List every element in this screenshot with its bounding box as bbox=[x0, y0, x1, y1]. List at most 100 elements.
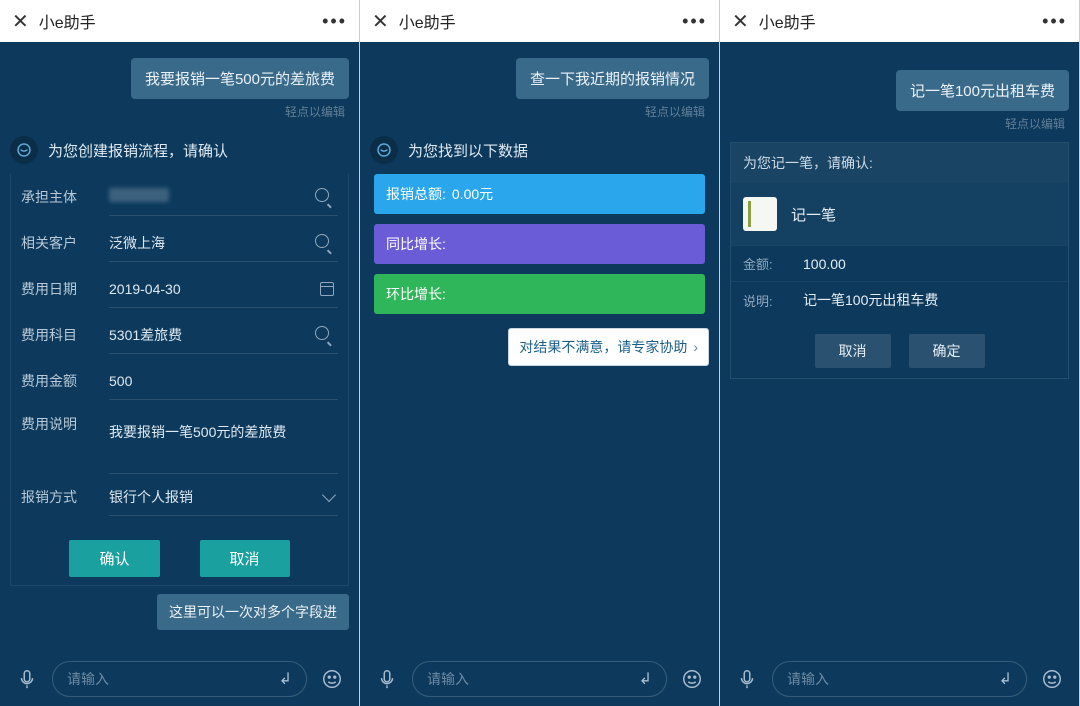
more-icon[interactable]: ••• bbox=[322, 11, 347, 32]
input-placeholder: 请输入 bbox=[67, 669, 109, 689]
agent-icon[interactable] bbox=[677, 664, 707, 694]
bot-avatar-icon bbox=[370, 136, 398, 164]
field-value: 记一笔100元出租车费 bbox=[803, 290, 938, 310]
stat-mom[interactable]: 环比增长: bbox=[374, 274, 705, 314]
chat-body: 查一下我近期的报销情况 轻点以编辑 为您找到以下数据 报销总额: 0.00元 同… bbox=[360, 42, 719, 652]
field-value[interactable]: 我要报销一笔500元的差旅费 bbox=[109, 414, 338, 474]
field-label: 费用金额 bbox=[21, 371, 109, 391]
field-method: 报销方式 银行个人报销 bbox=[11, 474, 348, 520]
field-label: 金额: bbox=[743, 254, 803, 273]
stat-label: 报销总额: bbox=[386, 184, 446, 204]
expert-help-label: 对结果不满意，请专家协助 bbox=[519, 337, 687, 357]
field-value[interactable] bbox=[109, 178, 338, 216]
input-footer: 请输入 ↲ bbox=[360, 652, 719, 706]
edit-hint[interactable]: 轻点以编辑 bbox=[645, 103, 705, 120]
more-icon[interactable]: ••• bbox=[1042, 11, 1067, 32]
mic-icon[interactable] bbox=[732, 664, 762, 694]
edit-hint[interactable]: 轻点以编辑 bbox=[285, 103, 345, 120]
bot-message-row: 为您找到以下数据 bbox=[370, 136, 709, 164]
field-label: 承担主体 bbox=[21, 187, 109, 207]
stat-yoy[interactable]: 同比增长: bbox=[374, 224, 705, 264]
chevron-right-icon: › bbox=[693, 339, 698, 355]
form-actions: 确认 取消 bbox=[11, 540, 348, 577]
field-date: 费用日期 2019-04-30 bbox=[11, 266, 348, 312]
stats-card: 报销总额: 0.00元 同比增长: 环比增长: bbox=[370, 174, 709, 324]
field-amount[interactable]: 金额: 100.00 bbox=[731, 245, 1068, 281]
multi-edit-hint[interactable]: 这里可以一次对多个字段进 bbox=[157, 594, 349, 630]
mic-icon[interactable] bbox=[12, 664, 42, 694]
app-title: 小e助手 bbox=[759, 9, 1042, 33]
more-icon[interactable]: ••• bbox=[682, 11, 707, 32]
message-input[interactable]: 请输入 ↲ bbox=[772, 661, 1027, 697]
panel-note-entry: ✕ 小e助手 ••• 记一笔100元出租车费 轻点以编辑 为您记一笔，请确认: … bbox=[720, 0, 1080, 706]
cancel-button[interactable]: 取消 bbox=[200, 540, 290, 577]
chat-body: 我要报销一笔500元的差旅费 轻点以编辑 为您创建报销流程，请确认 承担主体 相… bbox=[0, 42, 359, 652]
field-value[interactable]: 泛微上海 bbox=[109, 224, 338, 262]
edit-hint[interactable]: 轻点以编辑 bbox=[1005, 115, 1065, 132]
user-message[interactable]: 记一笔100元出租车费 bbox=[896, 70, 1069, 111]
notebook-icon bbox=[743, 197, 777, 231]
field-desc[interactable]: 说明: 记一笔100元出租车费 bbox=[731, 281, 1068, 318]
field-value: 100.00 bbox=[803, 256, 846, 272]
panel-expense-form: ✕ 小e助手 ••• 我要报销一笔500元的差旅费 轻点以编辑 为您创建报销流程… bbox=[0, 0, 360, 706]
field-amount: 费用金额 500 bbox=[11, 358, 348, 404]
cancel-button[interactable]: 取消 bbox=[815, 334, 891, 368]
chevron-down-icon[interactable] bbox=[322, 487, 336, 501]
header: ✕ 小e助手 ••• bbox=[0, 0, 359, 42]
confirm-button[interactable]: 确定 bbox=[909, 334, 985, 368]
input-placeholder: 请输入 bbox=[427, 669, 469, 689]
panel-query-stats: ✕ 小e助手 ••• 查一下我近期的报销情况 轻点以编辑 为您找到以下数据 报销… bbox=[360, 0, 720, 706]
input-placeholder: 请输入 bbox=[787, 669, 829, 689]
send-icon[interactable]: ↲ bbox=[639, 669, 652, 689]
bot-message-text: 为您找到以下数据 bbox=[408, 140, 528, 161]
bot-avatar-icon bbox=[10, 136, 38, 164]
agent-icon[interactable] bbox=[1037, 664, 1067, 694]
field-value[interactable]: 2019-04-30 bbox=[109, 270, 338, 308]
field-subject: 承担主体 bbox=[11, 174, 348, 220]
message-input[interactable]: 请输入 ↲ bbox=[52, 661, 307, 697]
field-label: 费用科目 bbox=[21, 325, 109, 345]
bot-message-text: 为您创建报销流程，请确认 bbox=[48, 140, 228, 161]
field-desc: 费用说明 我要报销一笔500元的差旅费 bbox=[11, 404, 348, 474]
header: ✕ 小e助手 ••• bbox=[360, 0, 719, 42]
send-icon[interactable]: ↲ bbox=[279, 669, 292, 689]
field-category: 费用科目 5301差旅费 bbox=[11, 312, 348, 358]
stat-label: 环比增长: bbox=[386, 284, 446, 304]
field-label: 费用说明 bbox=[21, 414, 109, 434]
user-message[interactable]: 查一下我近期的报销情况 bbox=[516, 58, 709, 99]
search-icon[interactable] bbox=[315, 188, 334, 205]
app-title: 小e助手 bbox=[399, 9, 682, 33]
close-icon[interactable]: ✕ bbox=[372, 9, 389, 34]
user-message[interactable]: 我要报销一笔500元的差旅费 bbox=[131, 58, 349, 99]
field-value[interactable]: 500 bbox=[109, 362, 338, 400]
expense-form-card: 承担主体 相关客户 泛微上海 费用日期 2019-04-30 bbox=[10, 174, 349, 586]
bot-message-row: 为您创建报销流程，请确认 bbox=[10, 136, 349, 164]
field-value[interactable]: 银行个人报销 bbox=[109, 478, 338, 516]
expert-help-chip[interactable]: 对结果不满意，请专家协助 › bbox=[508, 328, 709, 366]
field-label: 说明: bbox=[743, 291, 803, 310]
note-title: 记一笔 bbox=[791, 204, 836, 225]
field-label: 报销方式 bbox=[21, 487, 109, 507]
note-title-row: 记一笔 bbox=[731, 183, 1068, 245]
close-icon[interactable]: ✕ bbox=[732, 9, 749, 34]
stat-label: 同比增长: bbox=[386, 234, 446, 254]
mic-icon[interactable] bbox=[372, 664, 402, 694]
input-footer: 请输入 ↲ bbox=[720, 652, 1079, 706]
note-card-header: 为您记一笔，请确认: bbox=[731, 143, 1068, 183]
field-label: 费用日期 bbox=[21, 279, 109, 299]
agent-icon[interactable] bbox=[317, 664, 347, 694]
calendar-icon[interactable] bbox=[320, 282, 334, 296]
note-actions: 取消 确定 bbox=[731, 318, 1068, 378]
send-icon[interactable]: ↲ bbox=[999, 669, 1012, 689]
search-icon[interactable] bbox=[315, 326, 334, 343]
confirm-button[interactable]: 确认 bbox=[69, 540, 159, 577]
close-icon[interactable]: ✕ bbox=[12, 9, 29, 34]
stat-total[interactable]: 报销总额: 0.00元 bbox=[374, 174, 705, 214]
field-value[interactable]: 5301差旅费 bbox=[109, 316, 338, 354]
app-title: 小e助手 bbox=[39, 9, 322, 33]
redacted-value bbox=[109, 188, 169, 202]
input-footer: 请输入 ↲ bbox=[0, 652, 359, 706]
field-label: 相关客户 bbox=[21, 233, 109, 253]
message-input[interactable]: 请输入 ↲ bbox=[412, 661, 667, 697]
search-icon[interactable] bbox=[315, 234, 334, 251]
